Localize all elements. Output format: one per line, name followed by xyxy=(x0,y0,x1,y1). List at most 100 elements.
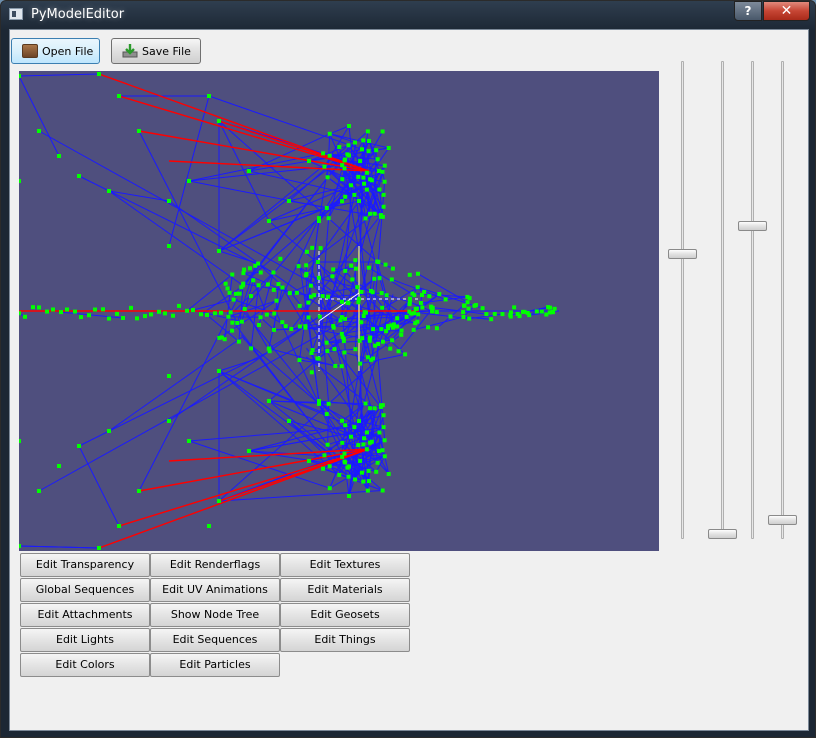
vertex-marker xyxy=(375,259,380,264)
vertex-marker xyxy=(388,346,393,351)
edit-uv-animations-button[interactable]: Edit UV Animations xyxy=(150,578,280,602)
vertex-marker xyxy=(97,72,101,76)
slider-handle[interactable] xyxy=(668,249,697,260)
vertex-marker xyxy=(294,290,299,295)
slider-1[interactable] xyxy=(668,61,698,541)
vertex-marker xyxy=(492,311,497,316)
vertex-marker xyxy=(434,310,439,315)
save-file-button[interactable]: Save File xyxy=(111,38,201,64)
vertex-marker xyxy=(77,444,81,448)
vertex-marker xyxy=(247,169,251,173)
vertex-marker xyxy=(361,138,366,143)
vertex-marker xyxy=(322,453,327,458)
vertex-marker xyxy=(338,318,343,323)
vertex-marker xyxy=(23,314,27,319)
slider-3[interactable] xyxy=(738,61,768,541)
open-file-button[interactable]: Open File xyxy=(11,38,100,64)
vertex-marker xyxy=(167,199,171,203)
vertex-marker xyxy=(380,488,385,493)
vertex-marker xyxy=(326,216,331,221)
edit-geosets-button[interactable]: Edit Geosets xyxy=(280,603,410,627)
vertex-marker xyxy=(369,178,374,183)
vertex-marker xyxy=(377,276,382,281)
vertex-marker xyxy=(235,320,240,325)
vertex-marker xyxy=(241,271,246,276)
help-button[interactable]: ? xyxy=(734,1,762,21)
vertex-marker xyxy=(343,194,348,199)
vertex-marker xyxy=(414,306,419,311)
vertex-marker xyxy=(57,464,61,468)
edit-textures-button[interactable]: Edit Textures xyxy=(280,553,410,577)
vertex-marker xyxy=(382,454,387,459)
vertex-marker xyxy=(358,361,363,366)
vertex-marker xyxy=(359,289,364,294)
slider-2[interactable] xyxy=(708,61,738,541)
vertex-marker xyxy=(365,488,370,493)
vertex-marker xyxy=(324,340,329,345)
vertex-marker xyxy=(346,143,351,148)
show-node-tree-button[interactable]: Show Node Tree xyxy=(150,603,280,627)
vertex-marker xyxy=(227,290,232,295)
edit-things-button[interactable]: Edit Things xyxy=(280,628,410,652)
global-sequences-button[interactable]: Global Sequences xyxy=(20,578,150,602)
vertex-marker xyxy=(321,151,326,156)
vertex-marker xyxy=(87,313,91,318)
vertex-marker xyxy=(242,307,247,312)
vertex-marker xyxy=(378,403,383,408)
vertex-marker xyxy=(411,327,416,332)
vertex-marker xyxy=(539,309,544,314)
vertex-marker xyxy=(345,152,350,157)
vertex-marker xyxy=(264,312,269,317)
close-button[interactable]: ✕ xyxy=(763,1,810,21)
vertex-marker xyxy=(489,317,494,322)
vertex-marker xyxy=(367,139,371,143)
wireframe-edge xyxy=(218,357,259,372)
slider-handle[interactable] xyxy=(708,529,737,539)
vertex-marker xyxy=(359,320,364,325)
vertex-marker xyxy=(79,315,83,320)
slider-handle[interactable] xyxy=(768,515,797,526)
vertex-marker xyxy=(367,338,372,343)
edit-sequences-button[interactable]: Edit Sequences xyxy=(150,628,280,652)
edit-renderflags-button[interactable]: Edit Renderflags xyxy=(150,553,280,577)
vertex-marker xyxy=(381,425,386,430)
slider-handle[interactable] xyxy=(738,221,767,232)
vertex-marker xyxy=(77,174,81,178)
vertex-marker xyxy=(19,439,21,443)
vertex-marker xyxy=(258,315,263,320)
vertex-marker xyxy=(377,169,381,173)
edit-lights-button[interactable]: Edit Lights xyxy=(20,628,150,652)
vertex-marker xyxy=(380,169,385,174)
edit-materials-button[interactable]: Edit Materials xyxy=(280,578,410,602)
vertex-marker xyxy=(353,258,358,263)
edit-particles-button[interactable]: Edit Particles xyxy=(150,653,280,677)
model-viewport[interactable] xyxy=(19,71,659,551)
slider-4[interactable] xyxy=(768,61,798,541)
vertex-marker xyxy=(315,356,320,361)
vertex-marker xyxy=(304,249,309,254)
vertex-marker xyxy=(187,439,191,443)
vertex-marker xyxy=(358,458,363,463)
vertex-marker xyxy=(310,245,315,250)
vertex-marker xyxy=(407,302,412,307)
vertex-marker xyxy=(390,266,395,271)
title-bar[interactable]: PyModelEditor ? ✕ xyxy=(1,1,815,29)
edit-transparency-button[interactable]: Edit Transparency xyxy=(20,553,150,577)
save-icon xyxy=(122,44,138,58)
vertex-marker xyxy=(337,472,342,477)
vertex-marker xyxy=(340,163,345,168)
vertex-marker xyxy=(303,324,308,329)
vertex-marker xyxy=(315,260,320,265)
wireframe-edge xyxy=(19,75,60,157)
vertex-marker xyxy=(551,310,556,315)
vertex-marker xyxy=(418,300,423,305)
slider-track xyxy=(751,61,754,539)
vertex-marker xyxy=(362,436,367,441)
edit-colors-button[interactable]: Edit Colors xyxy=(20,653,150,677)
vertex-marker xyxy=(365,129,370,134)
vertex-marker xyxy=(415,319,420,324)
edit-attachments-button[interactable]: Edit Attachments xyxy=(20,603,150,627)
vertex-marker xyxy=(372,211,377,216)
vertex-marker xyxy=(461,310,466,315)
vertex-marker xyxy=(219,310,223,315)
